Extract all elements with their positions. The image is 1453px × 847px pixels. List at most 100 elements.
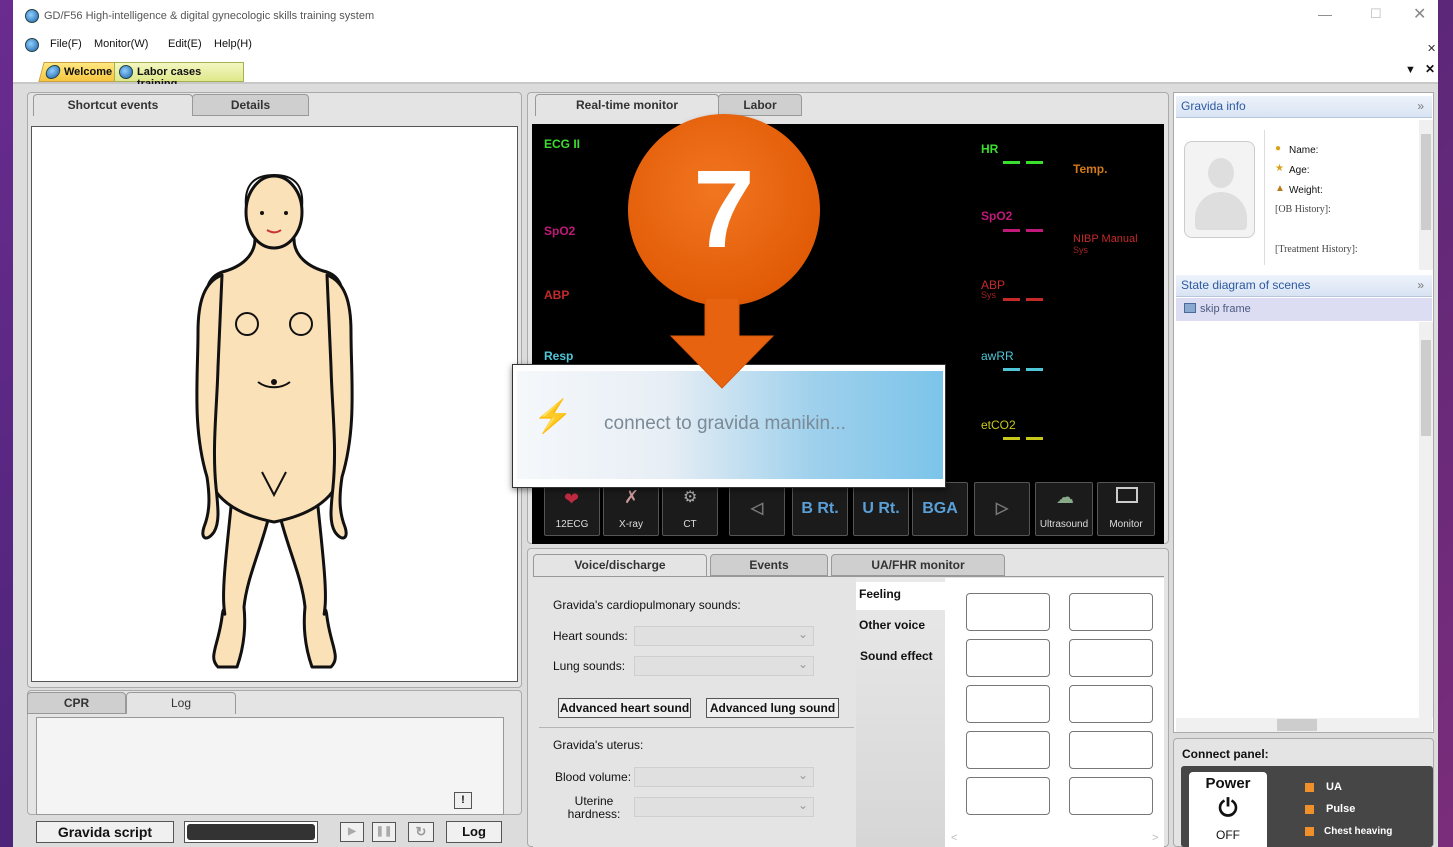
- ob-history-label: [OB History]:: [1275, 204, 1331, 215]
- tab-details[interactable]: Details: [192, 94, 309, 116]
- voice-divider: [539, 727, 854, 728]
- sound-button-5[interactable]: [966, 685, 1050, 723]
- sound-button-6[interactable]: [1069, 685, 1153, 723]
- tab-list-dropdown-icon[interactable]: ▼: [1405, 64, 1416, 76]
- ecg12-button[interactable]: ❤ 12ECG: [544, 482, 600, 536]
- maximize-icon[interactable]: ☐: [1370, 6, 1382, 22]
- sound-button-2[interactable]: [1069, 593, 1153, 631]
- b-rt-button[interactable]: B Rt.: [792, 482, 848, 536]
- tab-other-voice[interactable]: Other voice: [856, 612, 945, 640]
- tab-ua-fhr-monitor[interactable]: UA/FHR monitor: [831, 554, 1005, 576]
- xray-icon: ✗: [624, 487, 640, 507]
- tab-sound-effect[interactable]: Sound effect: [856, 643, 945, 671]
- tab-shortcut-events[interactable]: Shortcut events: [33, 94, 193, 116]
- chest-heaving-indicator: [1305, 827, 1314, 836]
- lung-sounds-select[interactable]: [634, 656, 814, 676]
- sound-button-8[interactable]: [1069, 731, 1153, 769]
- xray-button[interactable]: ✗ X-ray: [603, 482, 659, 536]
- title-bar: GD/F56 High-intelligence & digital gynec…: [13, 0, 1438, 32]
- state-scrollbar-h[interactable]: [1176, 718, 1432, 732]
- log-button[interactable]: Log: [446, 821, 502, 843]
- name-icon: ●: [1275, 143, 1282, 154]
- age-icon: ★: [1275, 163, 1284, 174]
- ecg-label: ECG II: [544, 137, 581, 151]
- temp-label: Temp.: [1073, 162, 1108, 176]
- weight-icon: ▲: [1275, 183, 1285, 194]
- advanced-lung-sound-button[interactable]: Advanced lung sound: [706, 698, 839, 718]
- ct-icon: ⚙: [683, 489, 698, 506]
- welcome-tab-icon: [44, 65, 62, 79]
- abp-wave-label: ABP: [544, 288, 570, 302]
- menu-help[interactable]: Help(H): [214, 38, 252, 50]
- resp-wave-label: Resp: [544, 349, 574, 363]
- tab-labor[interactable]: Labor: [718, 94, 802, 116]
- gravida-body-figure[interactable]: [32, 127, 517, 681]
- bga-button[interactable]: BGA: [912, 482, 968, 536]
- log-text-area[interactable]: [36, 717, 504, 815]
- collapse-gravida-info-icon[interactable]: »: [1417, 96, 1424, 116]
- menu-monitor[interactable]: Monitor(W): [94, 38, 148, 50]
- treatment-history-label: [Treatment History]:: [1275, 244, 1358, 255]
- refresh-icon[interactable]: ↻: [408, 822, 434, 842]
- close-icon[interactable]: ✕: [1413, 4, 1426, 24]
- tab-feeling[interactable]: Feeling: [856, 582, 945, 610]
- toolbar-prev-button[interactable]: ◁: [729, 482, 785, 536]
- alert-icon[interactable]: !: [454, 792, 472, 809]
- pulse-label: Pulse: [1326, 803, 1356, 815]
- heart-sounds-select[interactable]: [634, 626, 814, 646]
- power-button[interactable]: Power ⏻ OFF: [1189, 772, 1267, 847]
- grid-scroll-left-icon[interactable]: <: [951, 832, 957, 844]
- avatar: [1184, 141, 1255, 238]
- loading-text: connect to gravida manikin...: [604, 413, 846, 434]
- heart-ecg-icon: ❤: [564, 489, 580, 509]
- ultrasound-button[interactable]: ☁ Ultrasound: [1035, 482, 1093, 536]
- sound-button-7[interactable]: [966, 731, 1050, 769]
- uterine-hardness-select[interactable]: [634, 797, 814, 817]
- blood-volume-select[interactable]: [634, 767, 814, 787]
- menu-edit[interactable]: Edit(E): [168, 38, 202, 50]
- tab-voice-discharge[interactable]: Voice/discharge: [533, 554, 707, 576]
- mdi-close-icon[interactable]: ✕: [1427, 42, 1436, 55]
- pause-icon[interactable]: ❚❚: [372, 822, 396, 842]
- minimize-icon[interactable]: —: [1318, 6, 1332, 22]
- app-menu-icon[interactable]: [25, 38, 39, 52]
- power-icon: ⏻: [1218, 795, 1238, 822]
- awrr-label: awRR: [981, 349, 1014, 363]
- state-diagram-header[interactable]: State diagram of scenes »: [1176, 275, 1432, 297]
- tab-real-time-monitor[interactable]: Real-time monitor: [535, 94, 719, 116]
- state-item-skip-frame[interactable]: skip frame: [1176, 298, 1432, 321]
- sound-button-3[interactable]: [966, 639, 1050, 677]
- menu-file[interactable]: File(F): [50, 38, 82, 50]
- sound-button-1[interactable]: [966, 593, 1050, 631]
- collapse-state-diagram-icon[interactable]: »: [1417, 275, 1424, 295]
- labor-tab-icon: [119, 65, 133, 79]
- toolbar-next-button[interactable]: ▷: [974, 482, 1030, 536]
- tab-events[interactable]: Events: [710, 554, 828, 576]
- grid-scroll-right-icon[interactable]: >: [1152, 832, 1158, 844]
- info-scrollbar[interactable]: [1419, 120, 1433, 270]
- arrow-right-icon: ▷: [995, 500, 1009, 517]
- hr-value-dashes: [1003, 161, 1043, 164]
- u-rt-button[interactable]: U Rt.: [853, 482, 909, 536]
- sound-button-9[interactable]: [966, 777, 1050, 815]
- tab-log[interactable]: Log: [126, 692, 236, 714]
- gravida-info-header[interactable]: Gravida info »: [1176, 96, 1432, 118]
- state-scrollbar-v[interactable]: [1419, 322, 1433, 718]
- sound-button-4[interactable]: [1069, 639, 1153, 677]
- monitor-button[interactable]: Monitor: [1097, 482, 1155, 536]
- tab-close-icon[interactable]: ✕: [1425, 62, 1435, 76]
- ct-button[interactable]: ⚙ CT: [662, 482, 718, 536]
- spo2-value-dashes: [1003, 229, 1043, 232]
- uterine-hardness-label: Uterine hardness:: [567, 794, 621, 821]
- advanced-heart-sound-button[interactable]: Advanced heart sound: [558, 698, 691, 718]
- app-window: GD/F56 High-intelligence & digital gynec…: [13, 0, 1438, 847]
- play-icon[interactable]: ▶: [340, 822, 364, 842]
- sound-button-10[interactable]: [1069, 777, 1153, 815]
- step-number-badge: 7: [628, 114, 820, 306]
- pulse-indicator: [1305, 805, 1314, 814]
- tab-cpr[interactable]: CPR: [27, 692, 126, 714]
- tab-labor-cases[interactable]: Labor cases training: [114, 62, 244, 90]
- age-label: Age:: [1289, 165, 1310, 176]
- gravida-script-button[interactable]: Gravida script: [36, 821, 174, 843]
- tab-welcome[interactable]: Welcome: [38, 62, 120, 82]
